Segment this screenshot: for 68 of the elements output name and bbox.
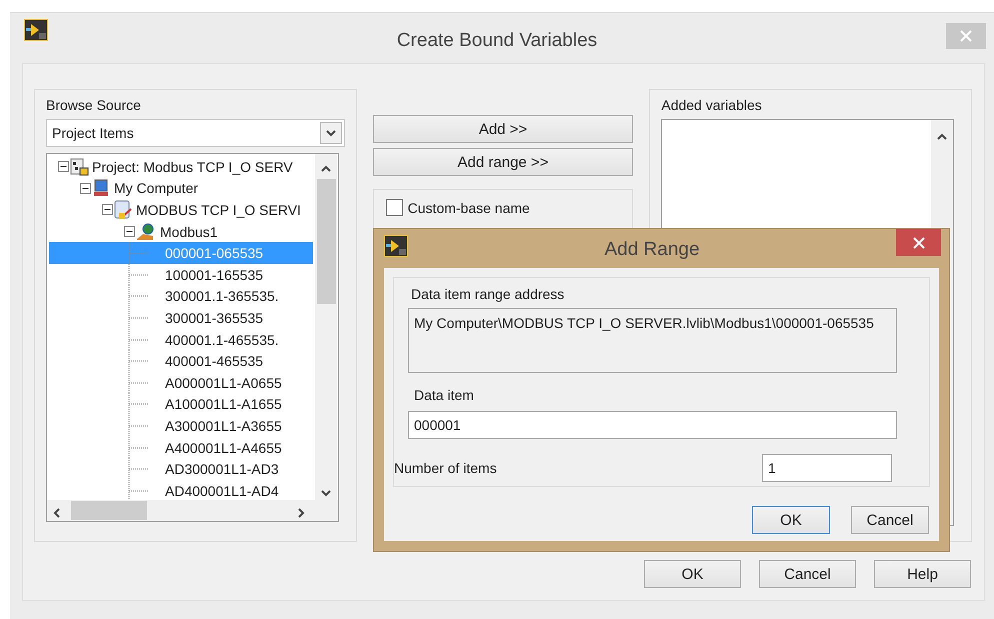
close-icon bbox=[912, 236, 924, 248]
field-label: Number of items bbox=[394, 460, 497, 476]
tree-item[interactable]: AD300001L1-AD3 bbox=[49, 458, 313, 480]
app-icon bbox=[384, 235, 408, 257]
library-icon bbox=[113, 200, 133, 220]
tree-item[interactable]: 300001.1-365535. bbox=[49, 286, 313, 308]
window-title: Create Bound Variables bbox=[396, 30, 598, 52]
dotted-connector-icon bbox=[127, 480, 151, 501]
field-label: Data item bbox=[414, 387, 475, 403]
chevron-left-icon[interactable] bbox=[53, 508, 61, 518]
number-of-items-field[interactable]: 1 bbox=[762, 454, 892, 482]
project-icon bbox=[69, 158, 89, 176]
tree-item[interactable]: Modbus1 bbox=[49, 220, 313, 242]
collapse-icon[interactable] bbox=[102, 204, 113, 216]
tree-item[interactable]: 400001.1-465535. bbox=[49, 328, 313, 350]
tree-item[interactable]: A300001L1-A3655 bbox=[49, 415, 313, 437]
chevron-right-icon[interactable] bbox=[297, 508, 305, 518]
chevron-up-icon[interactable] bbox=[937, 133, 948, 141]
tree-item[interactable]: A000001L1-A0655 bbox=[49, 372, 313, 394]
tree-item[interactable]: A400001L1-A4655 bbox=[49, 436, 313, 458]
checkbox-label: Custom-base name bbox=[408, 200, 530, 216]
vertical-scrollbar[interactable] bbox=[315, 154, 337, 500]
range-address-field: My Computer\MODBUS TCP I_O SERVER.lvlib\Modbus1\000001-065535 bbox=[408, 308, 897, 373]
chevron-down-icon[interactable] bbox=[326, 129, 336, 137]
add-button[interactable]: Add >> bbox=[372, 115, 634, 143]
dotted-connector-icon bbox=[127, 328, 151, 351]
close-button[interactable] bbox=[896, 229, 941, 256]
tree-item[interactable]: A100001L1-A1655 bbox=[49, 394, 313, 416]
chevron-up-icon[interactable] bbox=[321, 165, 331, 173]
dialog-button[interactable]: Cancel bbox=[851, 506, 929, 534]
tree-item[interactable]: 300001-365535 bbox=[49, 307, 313, 329]
checkbox[interactable] bbox=[386, 199, 403, 216]
collapse-icon[interactable] bbox=[124, 226, 135, 238]
computer-icon bbox=[91, 179, 111, 198]
dialog-title: Add Range bbox=[603, 239, 701, 261]
field-label: Data item range address bbox=[411, 286, 566, 302]
dotted-connector-icon bbox=[127, 458, 151, 480]
collapse-icon[interactable] bbox=[58, 161, 69, 172]
group-label: Browse Source bbox=[46, 97, 142, 113]
tree-item[interactable]: 400001-465535 bbox=[49, 350, 313, 372]
dotted-connector-icon bbox=[127, 436, 151, 459]
source-dropdown[interactable]: Project Items bbox=[46, 119, 345, 147]
close-icon bbox=[960, 30, 972, 42]
tree-item[interactable]: AD400001L1-AD4 bbox=[49, 480, 313, 501]
tree-item[interactable]: MODBUS TCP I_O SERVI bbox=[49, 199, 313, 221]
add-button[interactable]: Add range >> bbox=[372, 148, 634, 176]
dotted-connector-icon bbox=[127, 306, 151, 329]
dotted-connector-icon bbox=[127, 414, 151, 437]
dialog-button[interactable]: Help bbox=[874, 560, 971, 588]
dotted-connector-icon bbox=[127, 264, 151, 286]
tree-item[interactable]: My Computer bbox=[49, 178, 313, 200]
dotted-connector-icon bbox=[127, 372, 151, 394]
dropdown-button[interactable] bbox=[320, 122, 342, 144]
data-item-field[interactable]: 000001 bbox=[408, 411, 897, 439]
horizontal-scrollbar[interactable] bbox=[47, 500, 338, 521]
dotted-connector-icon bbox=[127, 393, 151, 416]
dialog-button[interactable]: OK bbox=[752, 506, 830, 534]
dialog-button[interactable]: Cancel bbox=[759, 560, 856, 588]
app-icon bbox=[24, 19, 48, 41]
chevron-down-icon[interactable] bbox=[321, 489, 331, 497]
dotted-connector-icon bbox=[127, 242, 151, 264]
dialog-button[interactable]: OK bbox=[644, 560, 741, 588]
group-label: Added variables bbox=[661, 97, 763, 113]
tree-item[interactable]: Project: Modbus TCP I_O SERV bbox=[49, 156, 313, 178]
dotted-connector-icon bbox=[127, 285, 151, 308]
tree-item[interactable]: 100001-165535 bbox=[49, 264, 313, 286]
collapse-icon[interactable] bbox=[80, 182, 91, 194]
dotted-connector-icon bbox=[127, 350, 151, 372]
